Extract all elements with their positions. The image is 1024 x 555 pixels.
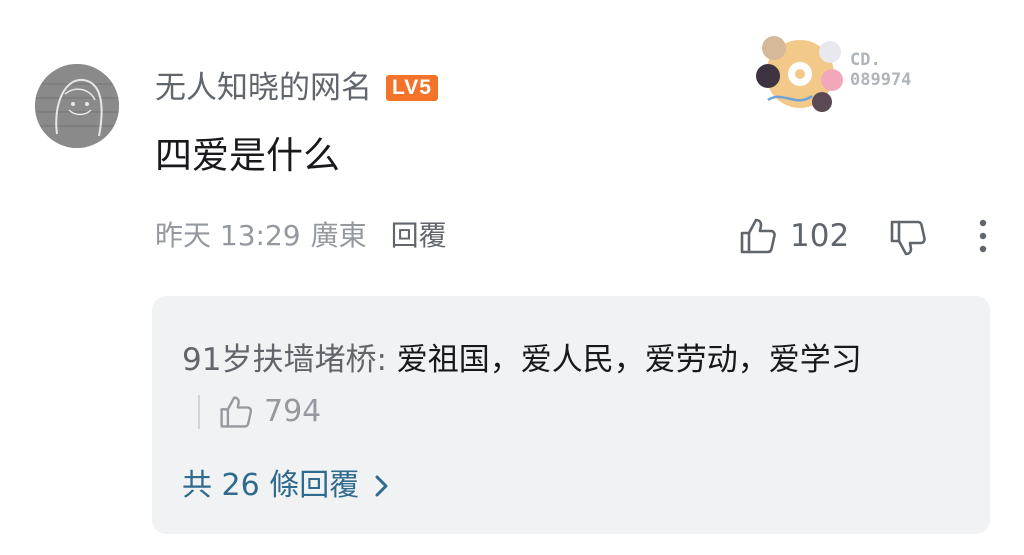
fan-badge-number: CD. 089974	[850, 50, 911, 90]
comment-meta: 昨天 13:29 廣東 回覆	[155, 214, 447, 258]
level-badge: LV5	[386, 75, 438, 101]
sub-replies-panel: 91岁扶墙堵桥: 爱祖国，爱人民，爱劳动，爱学习 794 共 26 條回覆	[152, 296, 990, 534]
reply-button[interactable]: 回覆	[391, 214, 447, 258]
sub-reply-author[interactable]: 91岁扶墙堵桥	[182, 342, 376, 378]
like-button[interactable]: 102	[738, 214, 849, 258]
sub-reply-item[interactable]: 91岁扶墙堵桥: 爱祖国，爱人民，爱劳动，爱学习 794	[182, 334, 952, 438]
view-all-replies-label: 共 26 條回覆	[182, 468, 360, 503]
comment-time: 昨天 13:29	[155, 219, 301, 252]
sub-reply-like-count: 794	[264, 394, 322, 429]
dislike-button[interactable]	[888, 214, 928, 262]
username[interactable]: 无人知晓的网名	[155, 66, 372, 110]
avatar[interactable]	[35, 64, 119, 148]
thumbs-down-icon	[890, 220, 926, 256]
comment-header: 无人知晓的网名 LV5	[155, 66, 438, 110]
sub-reply-separator: :	[376, 342, 387, 378]
comment-location: 廣東	[310, 219, 367, 252]
chevron-right-icon	[375, 475, 388, 497]
thumbs-up-icon	[740, 218, 776, 254]
sub-reply-text: 爱祖国，爱人民，爱劳动，爱学习	[396, 342, 862, 378]
like-count: 102	[790, 218, 850, 254]
fan-badge-image	[756, 36, 843, 112]
thumbs-up-icon	[220, 396, 253, 428]
divider	[198, 395, 200, 429]
more-options-button[interactable]	[972, 216, 994, 260]
fan-badge-line1: CD.	[850, 50, 881, 70]
sub-reply-like[interactable]: 794	[182, 386, 321, 438]
avatar-image	[35, 64, 119, 148]
comment-text: 四爱是什么	[155, 134, 340, 177]
view-all-replies-link[interactable]: 共 26 條回覆	[182, 466, 391, 506]
more-vertical-icon	[979, 219, 987, 253]
fan-badge-line2: 089974	[850, 70, 912, 90]
